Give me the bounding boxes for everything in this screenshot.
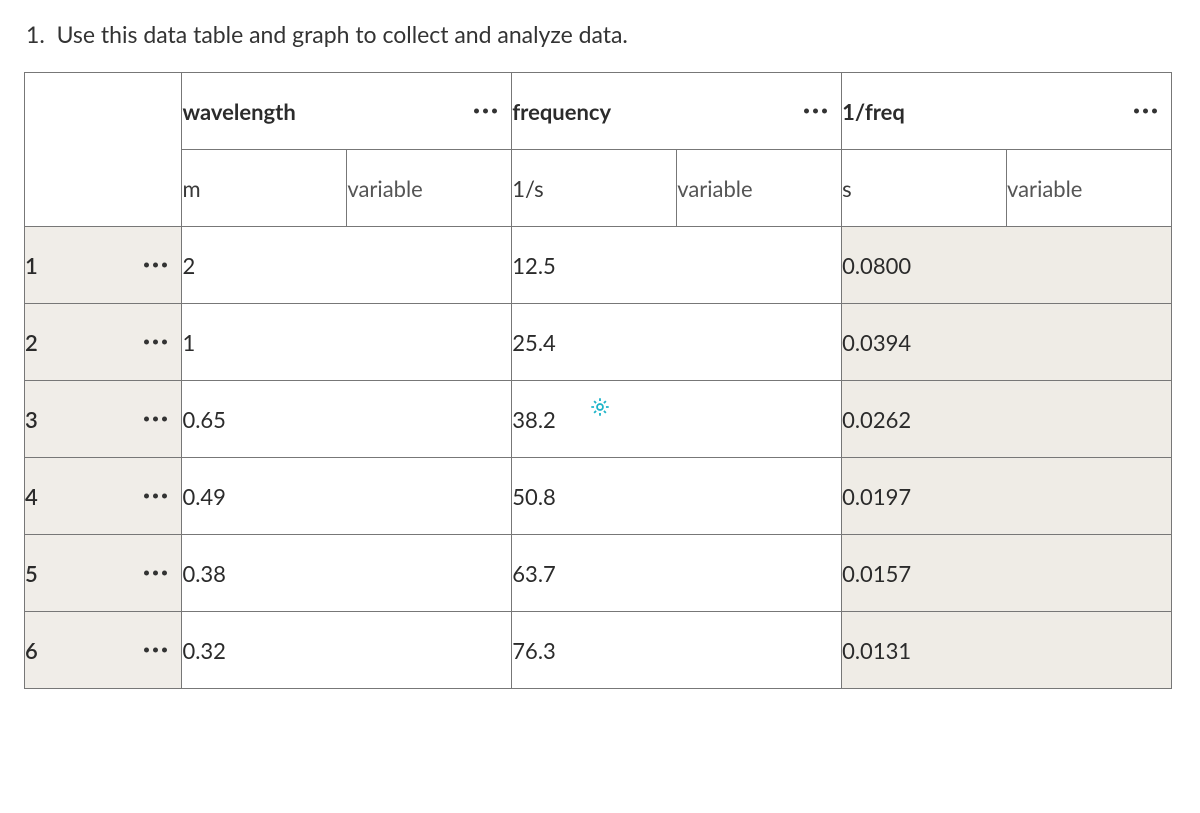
column-header-wavelength[interactable]: wavelength	[182, 73, 512, 150]
table-body: 1212.50.08002125.40.039430.6538.20.02624…	[25, 227, 1172, 689]
row-index-label: 2	[25, 329, 38, 356]
row-index-label: 6	[25, 637, 38, 664]
data-table: wavelength frequency 1/freq m variable 1…	[24, 72, 1172, 689]
unit-cell-invfreq[interactable]: s	[842, 150, 1007, 227]
vartype-cell-invfreq[interactable]: variable	[1007, 150, 1172, 227]
cell-invfreq[interactable]: 0.0262	[842, 381, 1172, 458]
column-header-label: 1/freq	[842, 98, 905, 125]
ellipsis-icon[interactable]	[144, 648, 167, 653]
cell-invfreq[interactable]: 0.0131	[842, 612, 1172, 689]
ellipsis-icon[interactable]	[144, 571, 167, 576]
cell-wavelength[interactable]: 0.49	[182, 458, 512, 535]
ellipsis-icon[interactable]	[804, 109, 827, 114]
cell-frequency[interactable]: 63.7	[512, 535, 842, 612]
row-index-cell[interactable]: 6	[25, 612, 182, 689]
row-index-label: 3	[25, 406, 38, 433]
cell-frequency[interactable]: 25.4	[512, 304, 842, 381]
column-header-frequency[interactable]: frequency	[512, 73, 842, 150]
instruction-text: 1. Use this data table and graph to coll…	[26, 20, 1176, 48]
cell-frequency[interactable]: 38.2	[512, 381, 842, 458]
cell-wavelength[interactable]: 2	[182, 227, 512, 304]
vartype-cell-frequency[interactable]: variable	[677, 150, 842, 227]
cell-invfreq[interactable]: 0.0394	[842, 304, 1172, 381]
row-index-label: 4	[25, 483, 38, 510]
cell-wavelength[interactable]: 1	[182, 304, 512, 381]
ellipsis-icon[interactable]	[144, 340, 167, 345]
column-header-label: frequency	[512, 98, 611, 125]
cell-frequency[interactable]: 76.3	[512, 612, 842, 689]
cell-invfreq[interactable]: 0.0197	[842, 458, 1172, 535]
unit-cell-wavelength[interactable]: m	[182, 150, 347, 227]
cell-invfreq[interactable]: 0.0157	[842, 535, 1172, 612]
ellipsis-icon[interactable]	[144, 263, 167, 268]
table-row: 3 0.6538.20.0262	[25, 381, 1172, 458]
table-row: 2 125.40.0394	[25, 304, 1172, 381]
table-settings-cell[interactable]	[25, 73, 182, 227]
column-header-invfreq[interactable]: 1/freq	[842, 73, 1172, 150]
cell-invfreq[interactable]: 0.0800	[842, 227, 1172, 304]
table-row: 5 0.3863.70.0157	[25, 535, 1172, 612]
table-row: 4 0.4950.80.0197	[25, 458, 1172, 535]
ellipsis-icon[interactable]	[474, 109, 497, 114]
table-row: 1 212.50.0800	[25, 227, 1172, 304]
vartype-cell-wavelength[interactable]: variable	[347, 150, 512, 227]
ellipsis-icon[interactable]	[1134, 109, 1157, 114]
ellipsis-icon[interactable]	[144, 494, 167, 499]
cell-wavelength[interactable]: 0.32	[182, 612, 512, 689]
row-index-cell[interactable]: 5	[25, 535, 182, 612]
cell-wavelength[interactable]: 0.65	[182, 381, 512, 458]
row-index-cell[interactable]: 3	[25, 381, 182, 458]
column-header-label: wavelength	[182, 98, 295, 125]
gear-icon[interactable]	[589, 396, 611, 418]
table-row: 6 0.3276.30.0131	[25, 612, 1172, 689]
row-index-label: 5	[25, 560, 38, 587]
cell-wavelength[interactable]: 0.38	[182, 535, 512, 612]
unit-cell-frequency[interactable]: 1/s	[512, 150, 677, 227]
instruction-body: Use this data table and graph to collect…	[57, 20, 628, 48]
instruction-number: 1.	[26, 20, 45, 48]
row-index-cell[interactable]: 4	[25, 458, 182, 535]
cell-frequency[interactable]: 12.5	[512, 227, 842, 304]
row-index-cell[interactable]: 2	[25, 304, 182, 381]
ellipsis-icon[interactable]	[144, 417, 167, 422]
cell-frequency[interactable]: 50.8	[512, 458, 842, 535]
row-index-label: 1	[25, 252, 38, 279]
row-index-cell[interactable]: 1	[25, 227, 182, 304]
